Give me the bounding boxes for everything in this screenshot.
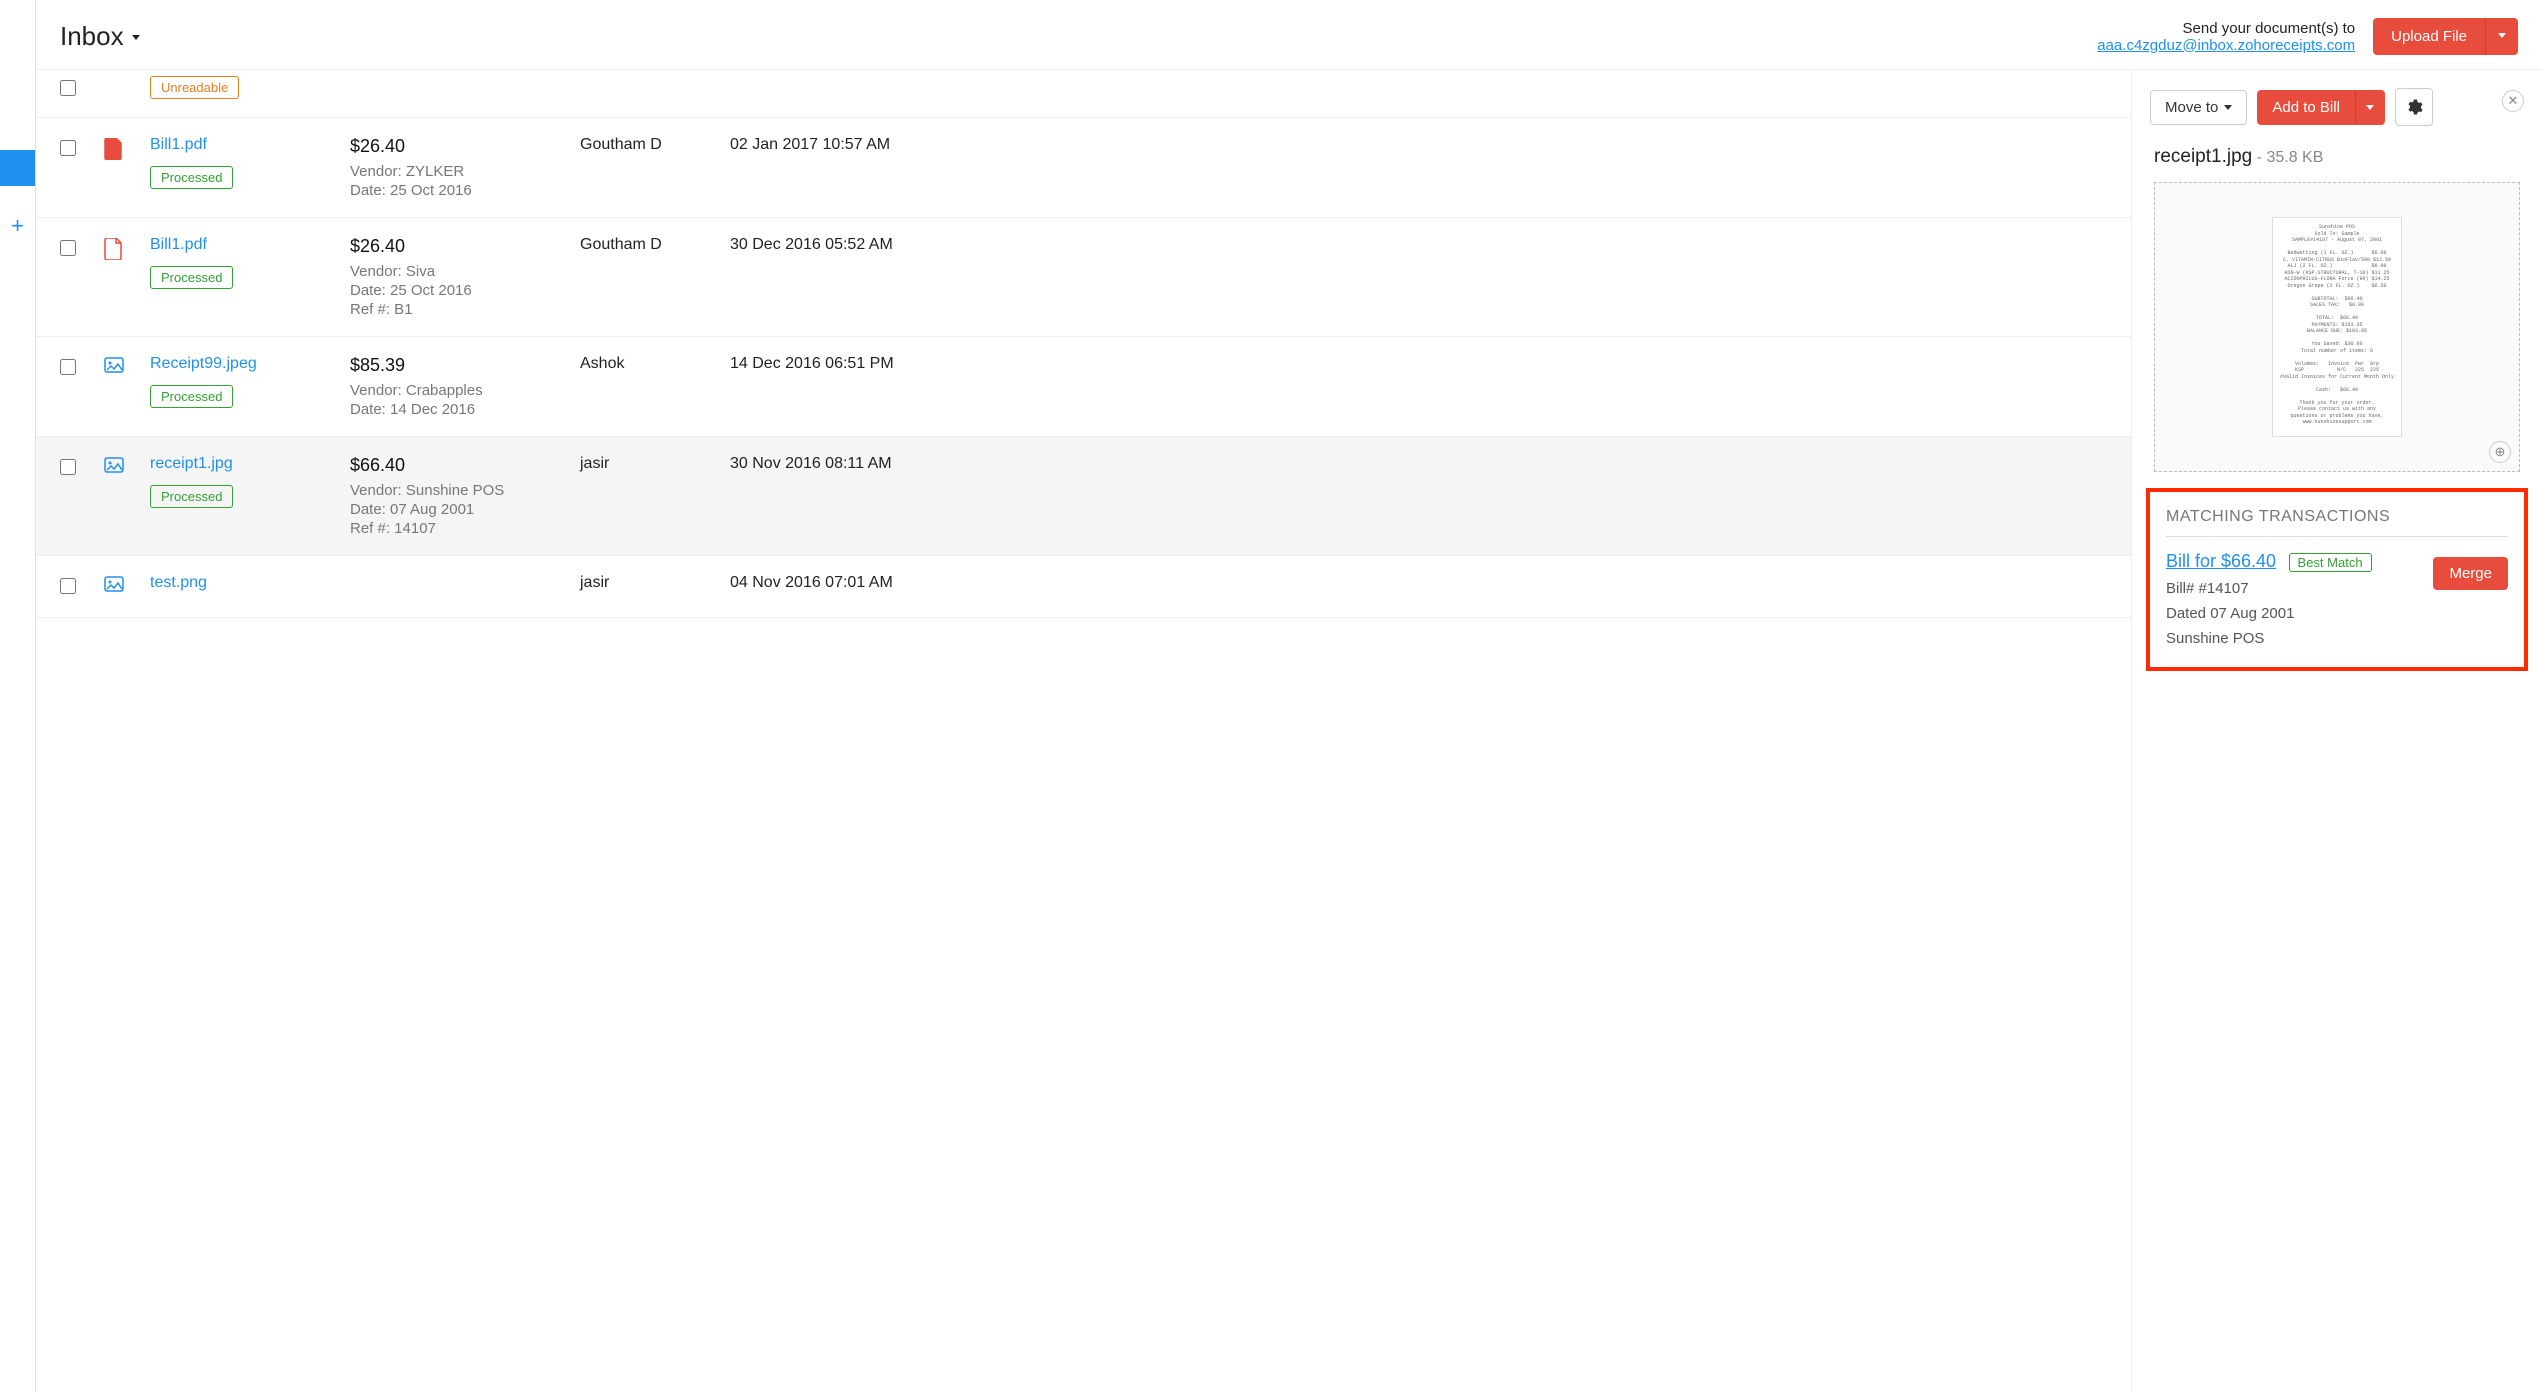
timestamp: 14 Dec 2016 06:51 PM: [730, 355, 894, 373]
row-checkbox[interactable]: [60, 240, 76, 256]
receipt-thumbnail: Sunshine POS Sold To: Sample SAMPLE#1410…: [2272, 217, 2402, 437]
detail-panel: Move to Add to Bill ✕ receipt1.: [2132, 70, 2542, 1392]
matched-bill-date: Dated 07 Aug 2001: [2166, 605, 2372, 622]
matched-bill-link[interactable]: Bill for $66.40: [2166, 551, 2276, 572]
matched-bill-vendor: Sunshine POS: [2166, 630, 2372, 647]
status-badge: Processed: [150, 485, 233, 508]
preview-file-size: - 35.8 KB: [2252, 149, 2323, 166]
add-to-bill-dropdown[interactable]: [2355, 90, 2385, 125]
send-documents-hint: Send your document(s) to aaa.c4zgduz@inb…: [2097, 20, 2355, 54]
table-row[interactable]: Bill1.pdf Processed $26.40 Vendor: Siva …: [36, 218, 2131, 337]
uploader: jasir: [580, 455, 710, 473]
caret-down-icon: [132, 30, 140, 44]
uploader: Goutham D: [580, 236, 710, 254]
date: Date: 25 Oct 2016: [350, 282, 560, 299]
inbox-email-link[interactable]: aaa.c4zgduz@inbox.zohoreceipts.com: [2097, 37, 2355, 54]
vendor: Vendor: Crabapples: [350, 382, 560, 399]
left-rail-active-tab[interactable]: [0, 150, 35, 186]
timestamp: 30 Nov 2016 08:11 AM: [730, 455, 892, 473]
matched-bill-number: Bill# #14107: [2166, 580, 2372, 597]
date: Date: 14 Dec 2016: [350, 401, 560, 418]
row-checkbox[interactable]: [60, 459, 76, 475]
close-icon: ✕: [2508, 93, 2519, 109]
amount: $26.40: [350, 236, 560, 257]
best-match-badge: Best Match: [2289, 553, 2372, 572]
table-row[interactable]: test.png jasir 04 Nov 2016 07:01 AM: [36, 556, 2131, 618]
status-badge: Processed: [150, 166, 233, 189]
close-panel-button[interactable]: ✕: [2502, 90, 2524, 112]
amount: $85.39: [350, 355, 560, 376]
add-to-bill-button[interactable]: Add to Bill: [2257, 90, 2355, 125]
date: Date: 07 Aug 2001: [350, 501, 560, 518]
table-row[interactable]: Unreadable: [36, 70, 2131, 118]
gear-icon: [2405, 98, 2423, 116]
upload-file-button[interactable]: Upload File: [2373, 18, 2485, 55]
uploader: Goutham D: [580, 136, 710, 154]
file-link[interactable]: receipt1.jpg: [150, 455, 233, 472]
pdf-file-icon: [104, 136, 130, 165]
merge-button[interactable]: Merge: [2433, 557, 2508, 590]
documents-list: Unreadable Bill1.pdf: [36, 70, 2131, 1392]
timestamp: 04 Nov 2016 07:01 AM: [730, 574, 893, 592]
row-checkbox[interactable]: [60, 359, 76, 375]
page-header: Inbox Send your document(s) to aaa.c4zgd…: [36, 0, 2542, 70]
inbox-dropdown[interactable]: Inbox: [60, 21, 140, 52]
vendor: Vendor: Sunshine POS: [350, 482, 560, 499]
amount: $66.40: [350, 455, 560, 476]
matching-transactions-panel: MATCHING TRANSACTIONS Bill for $66.40 Be…: [2146, 488, 2528, 671]
zoom-button[interactable]: ⊕: [2489, 441, 2511, 463]
status-badge: Processed: [150, 385, 233, 408]
amount: $26.40: [350, 136, 560, 157]
add-module-button[interactable]: +: [0, 206, 35, 246]
matching-transactions-header: MATCHING TRANSACTIONS: [2166, 508, 2508, 537]
status-badge: Processed: [150, 266, 233, 289]
image-file-icon: [104, 355, 130, 378]
uploader: Ashok: [580, 355, 710, 373]
table-row[interactable]: Bill1.pdf Processed $26.40 Vendor: ZYLKE…: [36, 118, 2131, 218]
image-file-icon: [104, 574, 130, 597]
timestamp: 30 Dec 2016 05:52 AM: [730, 236, 893, 254]
status-badge: Unreadable: [150, 76, 239, 99]
file-link[interactable]: Bill1.pdf: [150, 136, 207, 153]
caret-down-icon: [2224, 99, 2232, 116]
upload-file-button-group: Upload File: [2373, 18, 2518, 55]
move-to-button[interactable]: Move to: [2150, 90, 2247, 125]
zoom-in-icon: ⊕: [2495, 444, 2506, 460]
file-link[interactable]: Receipt99.jpeg: [150, 355, 257, 372]
ref: Ref #: 14107: [350, 520, 560, 537]
row-checkbox[interactable]: [60, 80, 76, 96]
ref: Ref #: B1: [350, 301, 560, 318]
timestamp: 02 Jan 2017 10:57 AM: [730, 136, 890, 154]
date: Date: 25 Oct 2016: [350, 182, 560, 199]
left-rail: +: [0, 0, 36, 1392]
row-checkbox[interactable]: [60, 578, 76, 594]
preview-file-name: receipt1.jpg: [2154, 146, 2252, 167]
image-file-icon: [104, 455, 130, 478]
settings-button[interactable]: [2395, 88, 2433, 126]
file-icon: [104, 76, 130, 78]
table-row[interactable]: receipt1.jpg Processed $66.40 Vendor: Su…: [36, 437, 2131, 556]
page-title: Inbox: [60, 21, 124, 52]
upload-file-dropdown[interactable]: [2485, 18, 2518, 55]
vendor: Vendor: ZYLKER: [350, 163, 560, 180]
table-row[interactable]: Receipt99.jpeg Processed $85.39 Vendor: …: [36, 337, 2131, 437]
uploader: jasir: [580, 574, 710, 592]
file-link[interactable]: Bill1.pdf: [150, 236, 207, 253]
row-checkbox[interactable]: [60, 140, 76, 156]
receipt-preview[interactable]: Sunshine POS Sold To: Sample SAMPLE#1410…: [2154, 182, 2520, 472]
file-link[interactable]: test.png: [150, 574, 207, 591]
pdf-file-icon: [104, 236, 130, 265]
vendor: Vendor: Siva: [350, 263, 560, 280]
